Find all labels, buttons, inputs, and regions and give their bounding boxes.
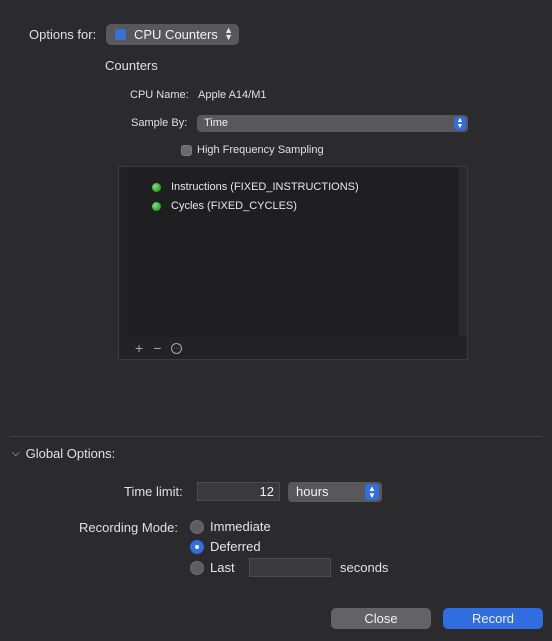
- time-limit-input[interactable]: 12: [197, 482, 280, 501]
- sample-by-label: Sample By:: [131, 117, 188, 129]
- radio-last[interactable]: Last: [190, 560, 235, 575]
- target-instrument-popup[interactable]: CPU Counters ▲ ▼: [106, 24, 239, 45]
- time-unit-popup[interactable]: hours ▲ ▼: [288, 482, 382, 502]
- close-button[interactable]: Close: [331, 608, 431, 629]
- chevron-down-icon: ⌵: [12, 448, 20, 459]
- radio-button[interactable]: [190, 519, 204, 534]
- counters-list-panel: Instructions (FIXED_INSTRUCTIONS) Cycles…: [118, 166, 468, 360]
- scrollbar[interactable]: [459, 167, 467, 337]
- add-icon[interactable]: +: [135, 340, 143, 356]
- radio-immediate[interactable]: Immediate: [190, 519, 271, 534]
- recording-mode-label: Recording Mode:: [79, 520, 178, 535]
- more-options-icon[interactable]: ···: [171, 342, 183, 354]
- up-down-chevron-icon: ▲ ▼: [365, 484, 379, 500]
- status-dot-icon: [152, 201, 161, 211]
- sample-by-value: Time: [204, 117, 229, 129]
- divider: [10, 436, 542, 437]
- list-item[interactable]: Cycles (FIXED_CYCLES): [152, 200, 297, 212]
- counters-section-title: Counters: [105, 58, 158, 73]
- up-down-chevron-icon: ▲ ▼: [224, 25, 233, 42]
- counters-toolbar: + − ···: [119, 337, 467, 359]
- radio-button[interactable]: [190, 539, 204, 554]
- radio-label: Deferred: [210, 539, 261, 554]
- cpu-name-label: CPU Name:: [130, 89, 189, 101]
- global-options-title: Global Options:: [25, 446, 116, 461]
- counter-label: Cycles (FIXED_CYCLES): [171, 200, 297, 212]
- record-button[interactable]: Record: [443, 608, 543, 629]
- time-limit-label: Time limit:: [124, 484, 183, 499]
- radio-label: Immediate: [210, 519, 271, 534]
- up-down-chevron-icon: ▲ ▼: [454, 117, 466, 130]
- global-options-disclosure[interactable]: ⌵ Global Options:: [12, 446, 115, 461]
- cpu-counters-icon: [115, 29, 126, 40]
- target-instrument-value: CPU Counters: [134, 27, 218, 42]
- radio-deferred[interactable]: Deferred: [190, 539, 261, 554]
- counters-list: Instructions (FIXED_INSTRUCTIONS) Cycles…: [129, 167, 459, 337]
- sample-by-popup[interactable]: Time ▲ ▼: [197, 115, 468, 132]
- radio-button[interactable]: [190, 560, 204, 575]
- options-for-label: Options for:: [29, 27, 97, 42]
- list-item[interactable]: Instructions (FIXED_INSTRUCTIONS): [152, 181, 359, 193]
- last-seconds-input[interactable]: [249, 558, 331, 577]
- cpu-name-value: Apple A14/M1: [198, 89, 267, 101]
- status-dot-icon: [152, 182, 161, 192]
- seconds-label: seconds: [340, 560, 389, 575]
- time-unit-value: hours: [296, 484, 329, 499]
- high-frequency-sampling-checkbox[interactable]: [181, 145, 192, 156]
- radio-label: Last: [210, 560, 235, 575]
- high-frequency-sampling-label: High Frequency Sampling: [197, 144, 324, 156]
- remove-icon[interactable]: −: [153, 340, 161, 356]
- counter-label: Instructions (FIXED_INSTRUCTIONS): [171, 181, 359, 193]
